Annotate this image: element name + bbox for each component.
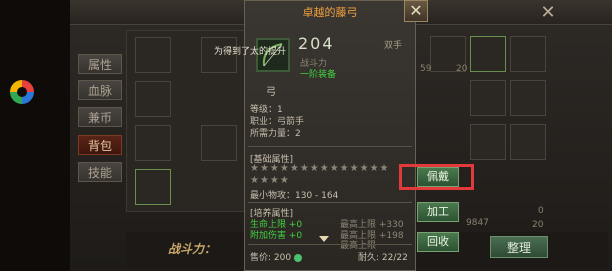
- price-row: 售价: 200: [250, 250, 302, 263]
- equip-level: 一阶装备: [300, 70, 337, 80]
- equip-slot-weapon[interactable]: [135, 169, 171, 205]
- hand-type: 双手: [384, 41, 403, 51]
- cultivate-left: 附加伤害 +0: [250, 231, 303, 241]
- overlay-text: 为得到了太的提升: [214, 47, 287, 57]
- bag-count: 20: [532, 220, 544, 230]
- power-value: 204: [298, 34, 335, 53]
- equip-slot[interactable]: [135, 81, 171, 117]
- item-strength: 所需力量：2: [250, 129, 301, 139]
- bag-slot[interactable]: [470, 80, 506, 116]
- close-icon[interactable]: ✕: [538, 3, 558, 23]
- craft-button[interactable]: 加工: [417, 202, 459, 222]
- equip-slot[interactable]: [135, 125, 171, 161]
- tab-exchange[interactable]: 兼币: [78, 107, 122, 127]
- scroll-down-icon[interactable]: [319, 236, 329, 242]
- divider: [248, 146, 412, 147]
- divider: [248, 202, 412, 203]
- bag-count: 9847: [466, 218, 489, 228]
- coin-icon: [293, 253, 302, 262]
- min-attack: 最小物攻：130 - 164: [250, 191, 339, 201]
- item-title: 卓越的藤弓: [302, 6, 358, 19]
- recycle-button[interactable]: 回收: [417, 232, 459, 252]
- bag-slot[interactable]: [510, 124, 546, 160]
- sort-button[interactable]: 整理: [490, 236, 548, 258]
- bag-count: 59: [420, 64, 432, 74]
- tab-bloodline[interactable]: 血脉: [78, 80, 122, 100]
- bag-slot[interactable]: [510, 80, 546, 116]
- item-type: 弓: [266, 87, 276, 98]
- equip-slot[interactable]: [135, 37, 171, 73]
- tab-bag[interactable]: 背包: [78, 135, 122, 155]
- app-logo: [10, 80, 34, 104]
- bag-slot[interactable]: [470, 36, 506, 72]
- price-label: 售价: 200: [250, 253, 292, 263]
- durability-label: 耐久: 22/22: [358, 253, 408, 263]
- close-icon[interactable]: ✕: [404, 0, 428, 22]
- equip-highlight-box: [399, 164, 474, 190]
- bag-slot[interactable]: [470, 124, 506, 160]
- star-row: ★★★★: [250, 175, 290, 186]
- bag-count: 0: [538, 206, 544, 216]
- equip-slot[interactable]: [201, 125, 237, 161]
- tab-attributes[interactable]: 属性: [78, 54, 122, 74]
- bag-slot[interactable]: [510, 36, 546, 72]
- character-panel: [126, 30, 246, 212]
- divider: [248, 244, 412, 245]
- tab-skills[interactable]: 技能: [78, 162, 122, 182]
- power-label: 战斗力：: [168, 242, 217, 256]
- bag-count: 20: [456, 64, 468, 74]
- star-row: ★★★★★★★★★★★★★★: [250, 163, 390, 174]
